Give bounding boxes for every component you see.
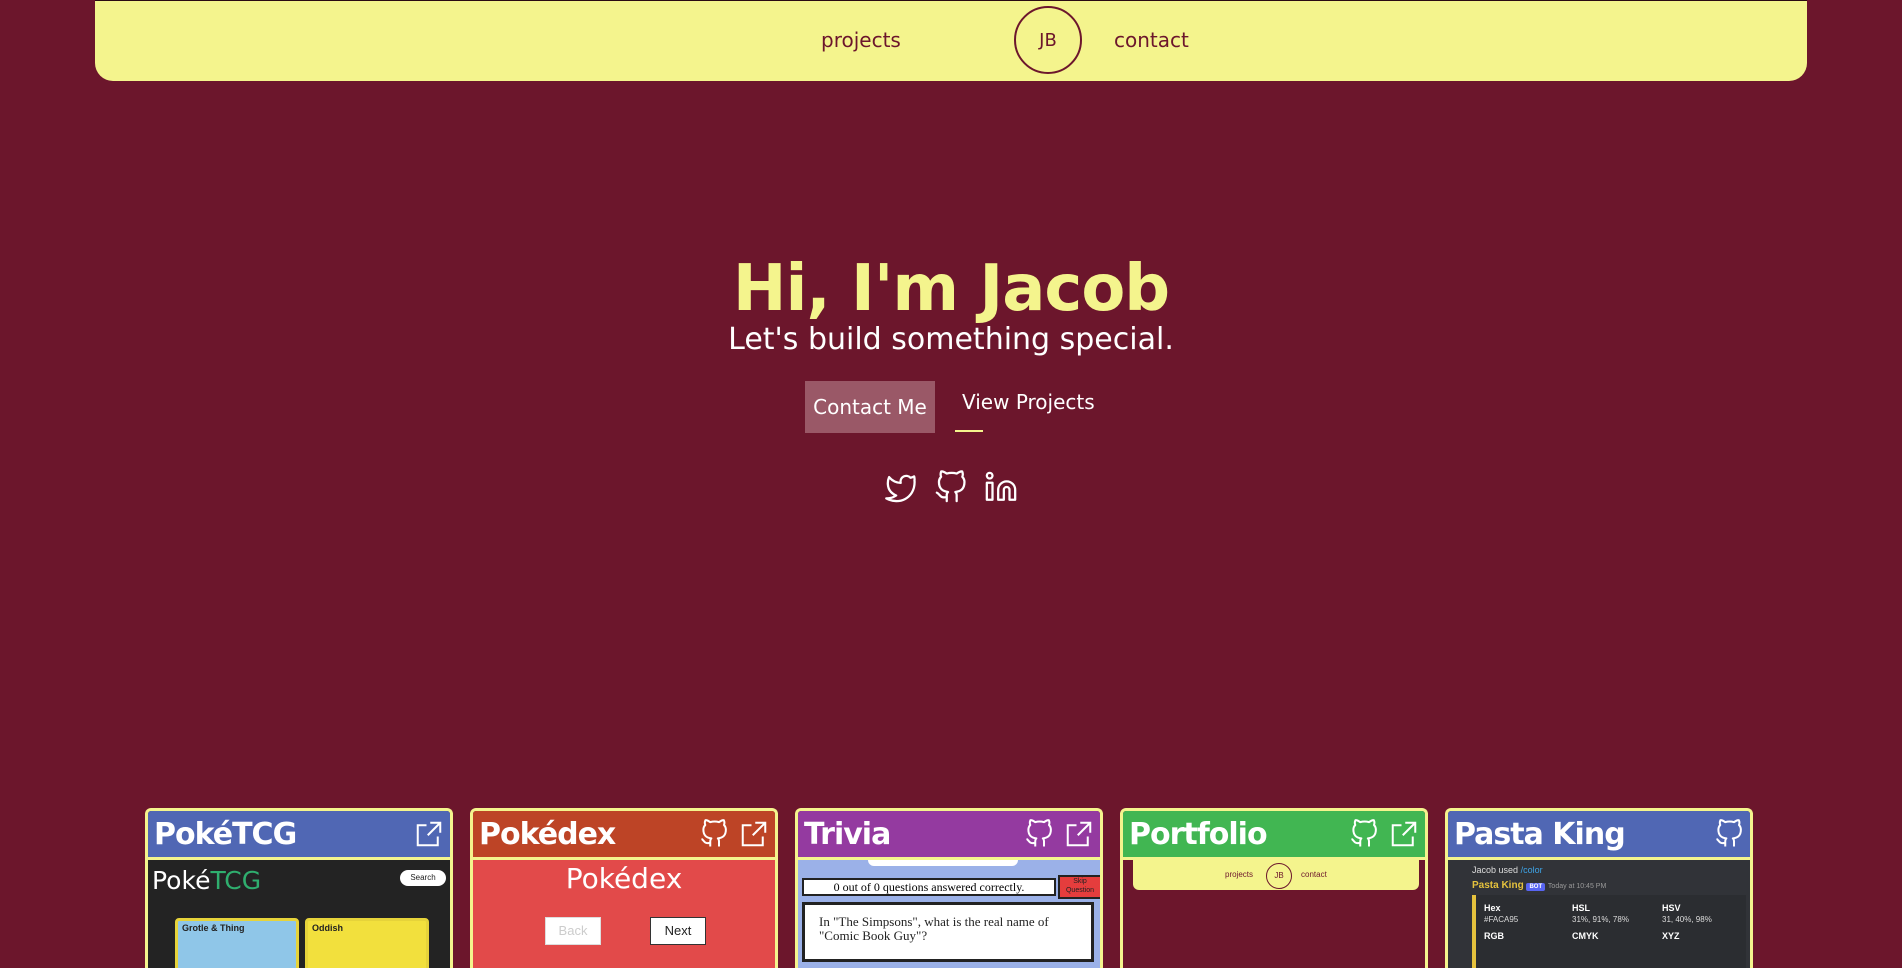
card-header: PokéTCG xyxy=(148,811,450,860)
preview-command-line: Jacob used /color xyxy=(1472,865,1543,875)
preview-bot-line: Pasta King BOT Today at 10:45 PM xyxy=(1472,880,1607,891)
preview-nav-link: projects xyxy=(1225,870,1254,879)
view-projects-underline xyxy=(955,430,983,432)
card-title: PokéTCG xyxy=(154,817,297,852)
external-link-icon[interactable] xyxy=(739,819,769,849)
project-preview: 0 out of 0 questions answered correctly.… xyxy=(798,860,1100,968)
card-title: Portfolio xyxy=(1129,817,1268,852)
project-card-pokedex[interactable]: Pokédex Pokédex Back Next xyxy=(470,808,778,968)
project-preview: Jacob used /color Pasta King BOT Today a… xyxy=(1448,860,1750,968)
top-nav: projects JB contact xyxy=(95,0,1807,81)
project-preview: projects JB contact xyxy=(1123,860,1425,968)
github-icon[interactable] xyxy=(1349,819,1379,849)
github-icon[interactable] xyxy=(699,819,729,849)
card-header: Trivia xyxy=(798,811,1100,860)
linkedin-icon[interactable] xyxy=(984,470,1018,504)
project-card-trivia[interactable]: Trivia 0 out of 0 questions answered cor… xyxy=(795,808,1103,968)
hero-subtitle: Let's build something special. xyxy=(728,322,1174,357)
preview-score: 0 out of 0 questions answered correctly. xyxy=(802,878,1056,896)
card-title: Pokédex xyxy=(479,817,616,852)
github-icon[interactable] xyxy=(1714,819,1744,849)
project-card-pasta-king[interactable]: Pasta King Jacob used /color Pasta King … xyxy=(1445,808,1753,968)
preview-nav-link: contact xyxy=(1301,870,1327,879)
preview-back-button: Back xyxy=(545,917,601,945)
external-link-icon[interactable] xyxy=(1064,819,1094,849)
project-preview: PokéTCG Search Grotle & Thing Oddish xyxy=(148,860,450,968)
external-link-icon[interactable] xyxy=(1389,819,1419,849)
preview-heading: Pokédex xyxy=(565,862,683,895)
github-icon[interactable] xyxy=(934,470,968,504)
nav-contact-link[interactable]: contact xyxy=(1114,28,1189,52)
project-preview: Pokédex Back Next xyxy=(473,860,775,968)
view-projects-button[interactable]: View Projects xyxy=(962,390,1095,414)
project-card-portfolio[interactable]: Portfolio projects JB contact xyxy=(1120,808,1428,968)
card-title: Trivia xyxy=(804,817,891,852)
nav-projects-link[interactable]: projects xyxy=(821,28,901,52)
logo-badge[interactable]: JB xyxy=(1014,6,1082,74)
project-card-poketcg[interactable]: PokéTCG PokéTCG Search Grotle & Thing Od… xyxy=(145,808,453,968)
preview-logo: PokéTCG xyxy=(152,866,262,895)
preview-question: In "The Simpsons", what is the real name… xyxy=(802,902,1094,962)
preview-search-button: Search xyxy=(400,870,446,886)
external-link-icon[interactable] xyxy=(414,819,444,849)
preview-card: Oddish xyxy=(305,918,429,968)
card-header: Portfolio xyxy=(1123,811,1425,860)
preview-next-button: Next xyxy=(650,917,706,945)
preview-logo: JB xyxy=(1266,863,1292,889)
preview-top-bar xyxy=(868,860,1018,866)
preview-embed: Hex #FACA95 HSL 31%, 91%, 78% HSV 31, 40… xyxy=(1472,895,1746,968)
preview-skip-button: Skip Question xyxy=(1058,875,1100,899)
preview-nav: projects JB contact xyxy=(1133,860,1419,890)
card-header: Pokédex xyxy=(473,811,775,860)
contact-me-button[interactable]: Contact Me xyxy=(805,381,935,433)
card-title: Pasta King xyxy=(1454,817,1626,852)
hero-title: Hi, I'm Jacob xyxy=(732,252,1170,326)
preview-card: Grotle & Thing xyxy=(175,918,299,968)
github-icon[interactable] xyxy=(1024,819,1054,849)
twitter-icon[interactable] xyxy=(883,470,917,504)
card-header: Pasta King xyxy=(1448,811,1750,860)
